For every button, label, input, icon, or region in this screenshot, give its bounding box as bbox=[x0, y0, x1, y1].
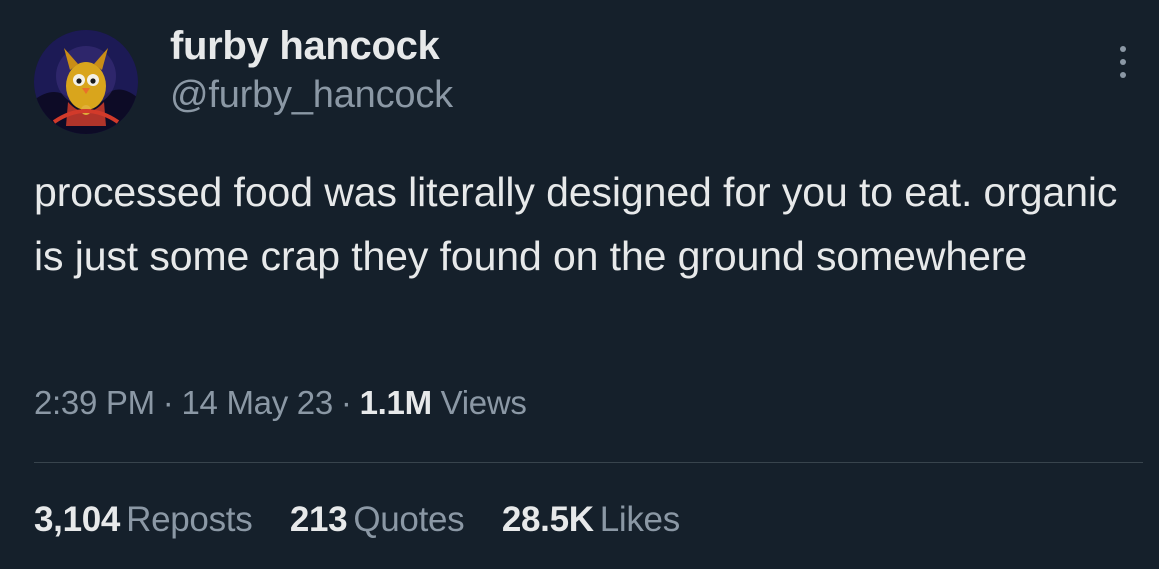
tweet-card: furby hancock @furby_hancock processed f… bbox=[0, 0, 1159, 569]
furby-avatar-icon[interactable] bbox=[34, 30, 138, 134]
tweet-date[interactable]: 14 May 23 bbox=[182, 384, 334, 421]
quotes-label: Quotes bbox=[353, 500, 465, 539]
views-count: 1.1M bbox=[359, 384, 432, 421]
engagement-stats: 3,104 Reposts 213 Quotes 28.5K Likes bbox=[34, 500, 708, 540]
author-display-name[interactable]: furby hancock bbox=[170, 24, 440, 69]
tweet-time[interactable]: 2:39 PM bbox=[34, 384, 155, 421]
divider bbox=[34, 462, 1143, 463]
meta-separator: · bbox=[340, 384, 352, 421]
tweet-text: processed food was literally designed fo… bbox=[34, 169, 1118, 279]
reposts-label: Reposts bbox=[126, 500, 253, 539]
reposts-stat[interactable]: 3,104 Reposts bbox=[34, 500, 253, 540]
views-label: Views bbox=[440, 384, 527, 421]
likes-stat[interactable]: 28.5K Likes bbox=[502, 500, 680, 540]
likes-label: Likes bbox=[599, 500, 681, 539]
more-dot bbox=[1120, 72, 1126, 78]
quotes-stat[interactable]: 213 Quotes bbox=[290, 500, 465, 540]
more-dot bbox=[1120, 46, 1126, 52]
more-vertical-icon[interactable] bbox=[1109, 40, 1137, 84]
quotes-count: 213 bbox=[289, 500, 348, 539]
likes-count: 28.5K bbox=[501, 500, 594, 539]
author-handle[interactable]: @furby_hancock bbox=[170, 74, 453, 117]
meta-separator: · bbox=[162, 384, 174, 421]
reposts-count: 3,104 bbox=[34, 500, 121, 539]
more-dot bbox=[1120, 59, 1126, 65]
tweet-meta: 2:39 PM · 14 May 23 · 1.1M Views bbox=[34, 384, 527, 422]
